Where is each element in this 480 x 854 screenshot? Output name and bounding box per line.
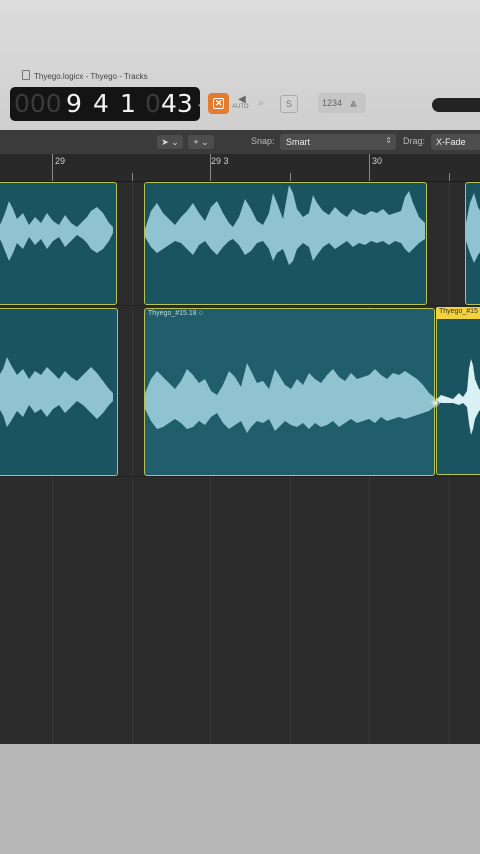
lcd-leading-zeros: 000 xyxy=(14,89,62,118)
ruler-tick xyxy=(210,154,211,181)
document-icon xyxy=(22,70,30,80)
transport-lcd[interactable]: 000 9 4 1 0 43 ⌄ xyxy=(10,87,205,121)
waveform xyxy=(145,185,425,265)
audio-region[interactable] xyxy=(144,182,427,305)
drag-value: X-Fade xyxy=(436,137,466,147)
plus-tool-menu[interactable]: + ⌄ xyxy=(188,135,214,149)
ruler-bar-29-3: 29 3 xyxy=(211,156,229,166)
ruler-tick xyxy=(52,154,53,181)
selected-region-name-tag[interactable]: Thyego_#15 xyxy=(436,307,480,319)
snap-label: Snap: xyxy=(251,136,275,146)
lcd-bar: 9 xyxy=(66,89,82,118)
waveform xyxy=(0,357,113,427)
window-title: Thyego.logicx - Thyego - Tracks xyxy=(22,70,148,81)
master-volume-slider[interactable] xyxy=(432,98,480,112)
lcd-tick: 43 xyxy=(161,89,193,118)
window-toolbar: Thyego.logicx - Thyego - Tracks 000 9 4 … xyxy=(0,0,480,130)
updown-icon: ⇕ xyxy=(385,136,392,145)
automation-button[interactable]: ◀︎ AUTO xyxy=(232,94,254,114)
ruler-tick xyxy=(132,173,133,181)
ruler-tick xyxy=(369,154,370,181)
audio-region[interactable] xyxy=(0,308,118,476)
crossfade-cursor-icon: ◈ xyxy=(431,395,441,409)
audio-region[interactable] xyxy=(465,182,480,305)
solo-button[interactable]: S xyxy=(280,95,298,113)
cycle-x-button[interactable]: ✕ xyxy=(208,93,229,114)
waveform xyxy=(0,201,113,261)
lane-divider xyxy=(0,476,480,477)
cycle-x-icon: ✕ xyxy=(215,98,223,108)
grid-line xyxy=(132,182,133,744)
window-title-text: Thyego.logicx - Thyego - Tracks xyxy=(34,72,148,81)
chevron-down-icon[interactable]: ⌄ xyxy=(196,97,205,110)
waveform xyxy=(466,193,480,263)
magnifier-icon[interactable]: ⌕ xyxy=(258,97,264,110)
timeline-ruler[interactable]: 29 29 3 30 xyxy=(0,154,480,182)
ruler-bar-30: 30 xyxy=(372,156,383,166)
empty-area xyxy=(0,744,480,854)
automation-label: AUTO xyxy=(232,104,249,110)
tuner-icon: ⩓ xyxy=(350,96,357,110)
drag-label: Drag: xyxy=(403,136,426,146)
count-in-button[interactable]: 1234 ⩓ xyxy=(318,93,366,113)
lane-divider xyxy=(0,305,480,306)
ruler-bar-29: 29 xyxy=(55,156,66,166)
count-in-label: 1234 xyxy=(322,98,343,108)
audio-region[interactable] xyxy=(0,182,117,305)
pointer-tool-menu[interactable]: ➤ ⌄ xyxy=(157,135,183,149)
waveform xyxy=(437,359,480,435)
audio-region-selected[interactable]: Thyego_#15.18 ○ xyxy=(144,308,435,476)
audio-region[interactable] xyxy=(436,319,480,475)
snap-value: Smart xyxy=(286,137,311,147)
lcd-tick-zero: 0 xyxy=(145,89,161,118)
snap-select[interactable]: Smart ⇕ xyxy=(280,134,396,150)
tracks-control-bar: ➤ ⌄ + ⌄ Snap: Smart ⇕ Drag: X-Fade xyxy=(0,130,480,154)
ruler-tick xyxy=(449,173,450,181)
lcd-beat: 4 xyxy=(93,89,109,118)
ruler-tick xyxy=(290,173,291,181)
lcd-division: 1 xyxy=(120,89,136,118)
drag-select[interactable]: X-Fade xyxy=(431,134,480,150)
waveform xyxy=(145,363,434,433)
